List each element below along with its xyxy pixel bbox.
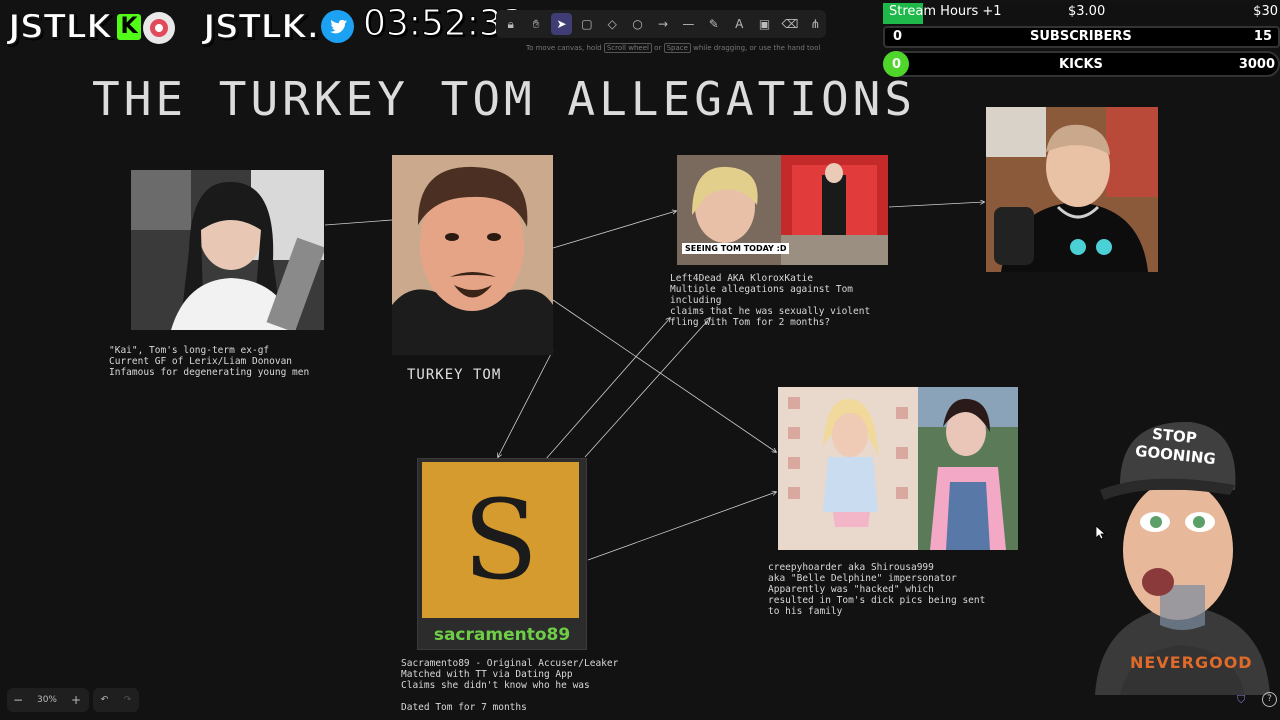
sacramento89-note: Sacramento89 - Original Accuser/Leaker M… bbox=[401, 658, 619, 713]
shirt-text: NEVERGOOD bbox=[1130, 653, 1253, 672]
mouse-cursor bbox=[1096, 526, 1106, 540]
history-controls: ↶ ↷ bbox=[93, 688, 139, 712]
creepyhoarder-photo[interactable] bbox=[778, 387, 1018, 550]
kicks-current: 0 bbox=[892, 57, 902, 72]
streamer-photo[interactable] bbox=[986, 107, 1158, 272]
board-title: THE TURKEY TOM ALLEGATIONS bbox=[92, 72, 917, 126]
creepyhoarder-note: creepyhoarder aka Shirousa999 aka "Belle… bbox=[768, 562, 986, 617]
more-tools-icon[interactable]: ⋔ bbox=[805, 13, 826, 35]
redo-icon[interactable]: ↷ bbox=[116, 695, 139, 705]
subscribers-current: 0 bbox=[893, 29, 903, 44]
diamond-tool-icon[interactable]: ◇ bbox=[602, 13, 623, 35]
lock-icon[interactable]: 🔒︎ bbox=[500, 13, 521, 35]
text-tool-icon[interactable]: A bbox=[729, 13, 750, 35]
katie-caption: SEEING TOM TODAY :D bbox=[682, 243, 790, 254]
hand-tool-icon[interactable]: ✋︎ bbox=[525, 13, 546, 35]
sacramento89-letter: S bbox=[462, 476, 539, 604]
kicks-goal: 3000 bbox=[1238, 57, 1275, 72]
ellipse-tool-icon[interactable]: ○ bbox=[627, 13, 648, 35]
shield-icon[interactable]: ⛉ bbox=[1237, 693, 1245, 707]
kloroxkatie-photo[interactable]: SEEING TOM TODAY :D bbox=[677, 155, 888, 265]
canvas-toolbar: 🔒︎ ✋︎ ➤ ▢ ◇ ○ → — ✎ A ▣ ⌫ ⋔ bbox=[496, 10, 826, 38]
zoom-controls: − 30% + bbox=[7, 688, 89, 712]
kloroxkatie-note: Left4Dead AKA KloroxKatie Multiple alleg… bbox=[670, 273, 871, 328]
stream-hours-goal: $30 bbox=[1253, 4, 1278, 19]
jstlk-kick-logo: JSTLK bbox=[7, 6, 113, 48]
record-icon bbox=[143, 12, 175, 44]
subscribers-label: SUBSCRIBERS bbox=[1030, 29, 1132, 44]
twitter-icon bbox=[321, 10, 354, 43]
subscribers-goal: 15 bbox=[1253, 29, 1272, 44]
pencil-tool-icon[interactable]: ✎ bbox=[703, 13, 724, 35]
subscribers-goal-bar: 0 SUBSCRIBERS 15 bbox=[883, 26, 1280, 48]
stop-gooning-mascot: STOP GOONING NEVERGOOD bbox=[1090, 410, 1275, 695]
sacramento89-avatar: S bbox=[422, 462, 579, 618]
canvas-hint: To move canvas, hold Scroll wheel or Spa… bbox=[526, 43, 821, 53]
sacramento89-name: sacramento89 bbox=[433, 625, 571, 645]
undo-icon[interactable]: ↶ bbox=[93, 695, 116, 705]
zoom-level[interactable]: 30% bbox=[29, 695, 65, 705]
turkey-tom-photo[interactable] bbox=[392, 155, 553, 355]
kai-note: "Kai", Tom's long-term ex-gf Current GF … bbox=[109, 345, 310, 378]
turkey-tom-label: TURKEY TOM bbox=[407, 367, 502, 383]
eraser-tool-icon[interactable]: ⌫ bbox=[779, 13, 800, 35]
image-tool-icon[interactable]: ▣ bbox=[754, 13, 775, 35]
arrow-tool-icon[interactable]: → bbox=[652, 13, 673, 35]
kicks-label: KICKS bbox=[1059, 57, 1103, 72]
stream-hours-label: Stream Hours +1 bbox=[889, 4, 1002, 19]
line-tool-icon[interactable]: — bbox=[678, 13, 699, 35]
stream-hours-amount: $3.00 bbox=[1068, 4, 1106, 19]
zoom-out-button[interactable]: − bbox=[7, 693, 29, 707]
kai-photo[interactable] bbox=[131, 170, 324, 330]
sacramento89-card[interactable]: S sacramento89 bbox=[417, 458, 587, 650]
rectangle-tool-icon[interactable]: ▢ bbox=[576, 13, 597, 35]
select-tool-icon[interactable]: ➤ bbox=[550, 13, 573, 35]
zoom-in-button[interactable]: + bbox=[65, 693, 87, 707]
help-icon[interactable]: ? bbox=[1262, 692, 1277, 707]
kick-icon: K bbox=[117, 14, 141, 40]
jstlk-twitter-logo: JSTLK. bbox=[202, 6, 320, 48]
kicks-goal-bar: 0 KICKS 3000 bbox=[883, 51, 1280, 77]
stream-hours-goal-bar: Stream Hours +1 $3.00 $30 bbox=[883, 3, 1280, 24]
